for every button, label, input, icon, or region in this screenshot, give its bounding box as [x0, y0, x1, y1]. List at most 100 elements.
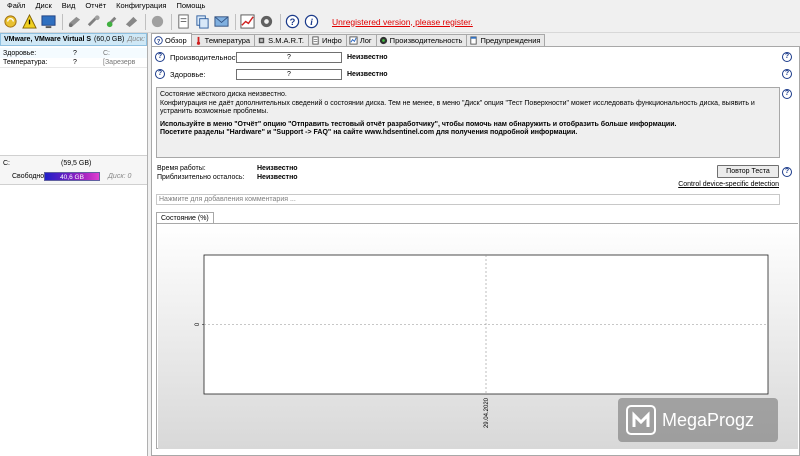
retest-button[interactable]: Повтор Теста — [717, 165, 779, 178]
remaining-value: Неизвестно — [257, 174, 298, 181]
help-icon[interactable]: ? — [782, 52, 792, 62]
watermark-text: MegaProgz — [662, 409, 755, 430]
document-icon — [178, 14, 189, 29]
toolbar-separator — [62, 13, 63, 30]
chart-button[interactable] — [239, 13, 256, 30]
control-detection-link[interactable]: Control device-specific detection — [678, 181, 779, 188]
toolbar: ? i Unregistered version, please registe… — [0, 11, 800, 33]
tool-button-1[interactable] — [66, 13, 83, 30]
info-icon: i — [304, 14, 319, 29]
health-label: Здоровье: — [170, 70, 206, 79]
tab-smart[interactable]: S.M.A.R.T. — [254, 34, 309, 46]
tool-button-3[interactable] — [104, 13, 121, 30]
free-label: Свободно — [12, 172, 45, 180]
toolbar-separator — [235, 13, 236, 30]
copy-icon — [196, 15, 209, 29]
tab-log[interactable]: Лог — [345, 34, 377, 46]
menu-help[interactable]: Помощь — [171, 0, 210, 11]
disk-health-extra: C: — [103, 49, 110, 57]
thermometer-icon — [196, 36, 200, 45]
log-icon — [349, 36, 358, 45]
gear-icon — [260, 15, 273, 28]
uptime-label: Время работы: — [157, 165, 206, 172]
disk-temp-extra: [Зарезерв — [103, 59, 136, 66]
menu-report[interactable]: Отчёт — [80, 0, 111, 11]
help-button[interactable]: ? — [284, 13, 301, 30]
alert-button[interactable] — [21, 13, 38, 30]
disk-entry[interactable]: VMware, VMware Virtual S (60,0 GB) Диск: — [0, 33, 147, 46]
toolbar-separator — [171, 13, 172, 30]
watermark: MegaProgz — [618, 398, 778, 442]
help-icon: ? — [285, 14, 300, 29]
free-space-bar: 40,6 GB — [44, 171, 100, 181]
menu-config[interactable]: Конфигурация — [111, 0, 171, 11]
help-icon[interactable]: ? — [782, 69, 792, 79]
tab-temperature-label: Температура — [204, 36, 251, 45]
settings-button[interactable] — [258, 13, 275, 30]
document-icon — [312, 36, 319, 45]
refresh-button[interactable] — [2, 13, 19, 30]
send-button[interactable] — [213, 13, 230, 30]
info-button[interactable]: i — [303, 13, 320, 30]
help-icon[interactable]: ? — [782, 89, 792, 99]
health-status: Неизвестно — [347, 71, 388, 78]
svg-text:?: ? — [157, 38, 161, 44]
tab-overview-label: Обзор — [165, 35, 187, 45]
tab-alerts-label: Предупреждения — [480, 36, 541, 45]
tab-performance[interactable]: Производительность — [375, 34, 468, 46]
stop-button[interactable] — [149, 13, 166, 30]
help-icon[interactable]: ? — [782, 167, 792, 177]
tab-smart-label: S.M.A.R.T. — [268, 36, 304, 45]
tab-performance-label: Производительность — [389, 36, 463, 45]
disk-tool-icon — [125, 16, 138, 28]
disk-index: Диск: 0 — [108, 172, 132, 180]
disk-label: Диск: — [127, 36, 145, 43]
partition-free-row: Свободно 40,6 GB Диск: 0 — [0, 170, 147, 182]
tool-button-4[interactable] — [123, 13, 140, 30]
remaining-label: Приблизительно осталось: — [157, 174, 245, 181]
menu-file[interactable]: Файл — [2, 0, 30, 11]
menu-disk[interactable]: Диск — [30, 0, 56, 11]
unregistered-link[interactable]: Unregistered version, please register. — [332, 17, 473, 27]
report-button[interactable] — [175, 13, 192, 30]
disk-check-icon — [106, 16, 117, 28]
x-tick-label: 29.04.2020 — [484, 397, 490, 428]
toolbar-separator — [280, 13, 281, 30]
warning-icon — [22, 14, 37, 29]
perf-label: Производительность: — [170, 53, 245, 62]
monitor-icon — [41, 15, 56, 29]
uptime-value: Неизвестно — [257, 165, 298, 172]
perf-status: Неизвестно — [347, 54, 388, 61]
alert-page-icon — [470, 36, 478, 45]
hdd-tool-icon — [68, 16, 81, 28]
refresh-icon — [4, 15, 17, 28]
disk-temp-label: Температура: — [3, 59, 48, 66]
gauge-icon — [379, 36, 387, 45]
desc-line-2: Конфигурация не даёт дополнительных свед… — [160, 99, 755, 116]
help-icon[interactable]: ? — [155, 52, 165, 62]
menu-view[interactable]: Вид — [57, 0, 81, 11]
tool-button-2[interactable] — [85, 13, 102, 30]
help-icon[interactable]: ? — [155, 69, 165, 79]
circle-icon — [151, 15, 164, 28]
disk-temp-row: Температура: ? [Зарезерв — [0, 58, 147, 68]
wrench-icon — [87, 15, 100, 27]
tab-info[interactable]: Инфо — [307, 34, 347, 46]
monitor-button[interactable] — [40, 13, 57, 30]
tab-alerts[interactable]: Предупреждения — [466, 34, 546, 46]
desc-bold-2: Посетите разделы "Hardware" и "Support -… — [160, 129, 578, 137]
disk-size: (60,0 GB) — [94, 36, 125, 43]
toolbar-separator — [145, 13, 146, 30]
disk-health-label: Здоровье: — [3, 49, 37, 57]
disk-temp-value: ? — [73, 59, 77, 66]
copy-button[interactable] — [194, 13, 211, 30]
help-icon: ? — [154, 35, 163, 44]
tab-temperature[interactable]: Температура — [190, 34, 256, 46]
partition-entry[interactable]: C: (59,5 GB) Свободно 40,6 GB Диск: 0 — [0, 155, 147, 185]
disk-name: VMware, VMware Virtual S — [4, 36, 92, 43]
menu-bar: Файл Диск Вид Отчёт Конфигурация Помощь — [0, 0, 800, 11]
comment-input[interactable]: Нажмите для добавления комментария ... — [156, 194, 780, 205]
tab-log-label: Лог — [359, 36, 372, 45]
disk-list-panel: VMware, VMware Virtual S (60,0 GB) Диск:… — [0, 33, 148, 456]
tab-overview[interactable]: ? Обзор — [151, 33, 192, 46]
